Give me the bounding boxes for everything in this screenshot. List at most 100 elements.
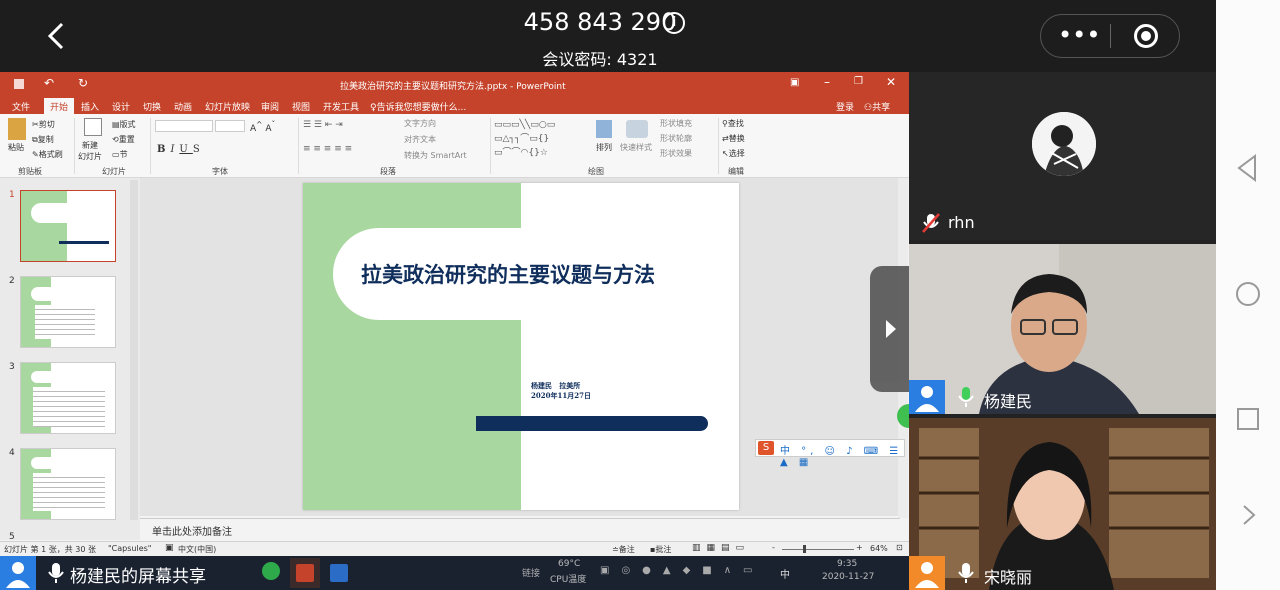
text-direction-button[interactable]: 文字方向 [404, 118, 436, 129]
tell-me-box[interactable]: ♀告诉我您想要做什么... [370, 100, 466, 113]
shape-fill-button[interactable]: 形状填充 [660, 118, 692, 129]
screen: 458 843 290 i 会议密码: 4321 ••• 拉美政治研究的主要议题… [0, 0, 1280, 590]
editing-group-label: 编辑 [728, 167, 744, 176]
list-icons[interactable]: ☰ ☰ ⇤ ⇥ [303, 120, 343, 130]
cpu-temp: 69°C [558, 559, 581, 569]
play-slideshow-button[interactable] [870, 266, 909, 392]
menu-developer[interactable]: 开发工具 [323, 100, 359, 113]
notes-pane[interactable]: 单击此处添加备注 [140, 518, 900, 540]
reset-button[interactable]: ⟲重置 [112, 134, 135, 145]
font-name-box[interactable] [155, 120, 213, 132]
zoom-out-icon[interactable]: - [772, 543, 775, 552]
zoom-thumb[interactable] [803, 545, 806, 553]
close-icon[interactable]: ✕ [886, 75, 896, 89]
participant-avatar-badge [909, 556, 945, 590]
replace-button[interactable]: ⇄替换 [722, 133, 745, 144]
select-button[interactable]: ↖选择 [722, 148, 745, 159]
zoom-slider[interactable] [782, 549, 854, 550]
ime-tool-icons[interactable]: 中 °, ☺ ♪ ⌨ ☰ ▲ ▦ [780, 442, 904, 468]
quick-styles-icon[interactable] [626, 120, 648, 138]
arrange-icon[interactable] [596, 120, 612, 138]
spellcheck-icon[interactable]: ▣ [165, 543, 174, 553]
nav-back-icon[interactable] [1233, 154, 1263, 184]
new-slide-icon[interactable] [84, 118, 102, 136]
participant-name: 杨建民 [984, 392, 1033, 411]
tray-icons[interactable]: ▣◎●▲◆■∧▭ [600, 565, 765, 576]
minimize-icon[interactable]: – [824, 75, 830, 89]
arrange-button[interactable]: 排列 [596, 142, 612, 153]
fit-slide-icon[interactable]: ⊡ [896, 543, 903, 552]
redo-icon[interactable]: ↻ [78, 76, 88, 90]
slide-thumbnail-2[interactable] [20, 276, 116, 348]
undo-icon[interactable]: ↶ [44, 76, 54, 90]
find-button[interactable]: ⚲查找 [722, 118, 744, 129]
shape-effects-button[interactable]: 形状效果 [660, 148, 692, 159]
shapes-gallery[interactable]: ▭▭▭╲╲▭○▭ ▭△┐┐⌒▭{} ▭⌒⌒◠{}☆ [494, 118, 582, 162]
menu-view[interactable]: 视图 [292, 100, 310, 113]
format-painter-button[interactable]: ✎格式刷 [32, 149, 63, 160]
font-grow-icon[interactable]: A^ Aˇ [250, 120, 275, 134]
ime-indicator[interactable]: 中 [780, 566, 790, 581]
cut-button[interactable]: ✂剪切 [32, 119, 55, 130]
menu-home[interactable]: 开始 [44, 98, 75, 114]
record-icon[interactable] [1134, 24, 1158, 48]
menu-transitions[interactable]: 切换 [143, 100, 161, 113]
ppt-menu-bar: 文件 开始 插入 设计 切换 动画 幻灯片放映 审阅 视图 开发工具 ♀告诉我您… [0, 98, 909, 114]
menu-insert[interactable]: 插入 [81, 100, 99, 113]
more-icon[interactable]: ••• [1058, 20, 1100, 50]
notes-toggle[interactable]: ≐备注 [612, 544, 635, 555]
view-buttons[interactable]: ▥▦▤▭ [692, 543, 750, 553]
cut-label: 剪切 [38, 120, 55, 129]
shape-outline-button[interactable]: 形状轮廓 [660, 133, 692, 144]
menu-animations[interactable]: 动画 [174, 100, 192, 113]
section-button[interactable]: ▭节 [112, 149, 128, 160]
save-icon[interactable] [14, 79, 24, 89]
font-group-label: 字体 [212, 167, 228, 176]
font-style-icons[interactable]: BIUS [157, 144, 205, 155]
zoom-level[interactable]: 64% [870, 544, 888, 553]
ribbon-options-icon[interactable]: ▣ [790, 77, 799, 88]
ime-toolbar[interactable]: S 中 °, ☺ ♪ ⌨ ☰ ▲ ▦ [755, 439, 905, 468]
language[interactable]: 中文(中国) [178, 544, 216, 555]
comments-toggle[interactable]: ▪批注 [650, 544, 671, 555]
back-icon[interactable] [44, 18, 70, 54]
layout-button[interactable]: ▤版式 [112, 119, 136, 130]
slide-thumbnail-3[interactable] [20, 362, 116, 434]
slide-author: 杨建民 拉美所 [531, 381, 581, 390]
microphone-icon[interactable] [46, 562, 66, 584]
wechat-icon[interactable] [262, 562, 280, 580]
ribbon-divider [74, 118, 75, 174]
copy-button[interactable]: ⧉复制 [32, 134, 54, 145]
nav-home-icon[interactable] [1233, 280, 1263, 310]
tray-label: 链接 [522, 569, 541, 579]
ribbon-divider [298, 118, 299, 174]
sogou-icon[interactable]: S [758, 441, 774, 455]
menu-slideshow[interactable]: 幻灯片放映 [205, 100, 250, 113]
slide-thumbnail-4[interactable] [20, 448, 116, 520]
info-icon[interactable]: i [663, 12, 685, 34]
nav-next-icon[interactable] [1233, 500, 1263, 530]
zoom-in-icon[interactable]: + [856, 543, 863, 552]
paste-button[interactable]: 粘贴 [8, 142, 24, 153]
font-size-box[interactable] [215, 120, 245, 132]
meeting-app-icon[interactable] [330, 564, 348, 582]
nav-recents-icon[interactable] [1233, 406, 1263, 436]
login-button[interactable]: 登录 [836, 100, 854, 113]
paste-icon[interactable] [8, 118, 26, 140]
align-text-button[interactable]: 对齐文本 [404, 134, 436, 145]
align-icons[interactable]: ≡ ≡ ≡ ≡ ≡ [303, 144, 352, 154]
menu-review[interactable]: 审阅 [261, 100, 279, 113]
sharer-avatar [0, 556, 36, 590]
smartart-button[interactable]: 转换为 SmartArt [404, 150, 467, 161]
new-slide-button[interactable]: 新建 幻灯片 [78, 140, 102, 162]
ribbon-divider [150, 118, 151, 174]
restore-icon[interactable]: ❐ [854, 76, 863, 87]
quick-styles-button[interactable]: 快速样式 [620, 142, 652, 153]
slide-count: 幻灯片 第 1 张，共 30 张 [4, 545, 96, 554]
menu-design[interactable]: 设计 [112, 100, 130, 113]
slide-thumbnail-1[interactable] [20, 190, 116, 262]
menu-file[interactable]: 文件 [12, 100, 30, 113]
thumbnail-scrollbar[interactable] [130, 180, 138, 520]
share-button[interactable]: ⚇共享 [864, 100, 890, 113]
powerpoint-icon[interactable] [296, 564, 314, 582]
